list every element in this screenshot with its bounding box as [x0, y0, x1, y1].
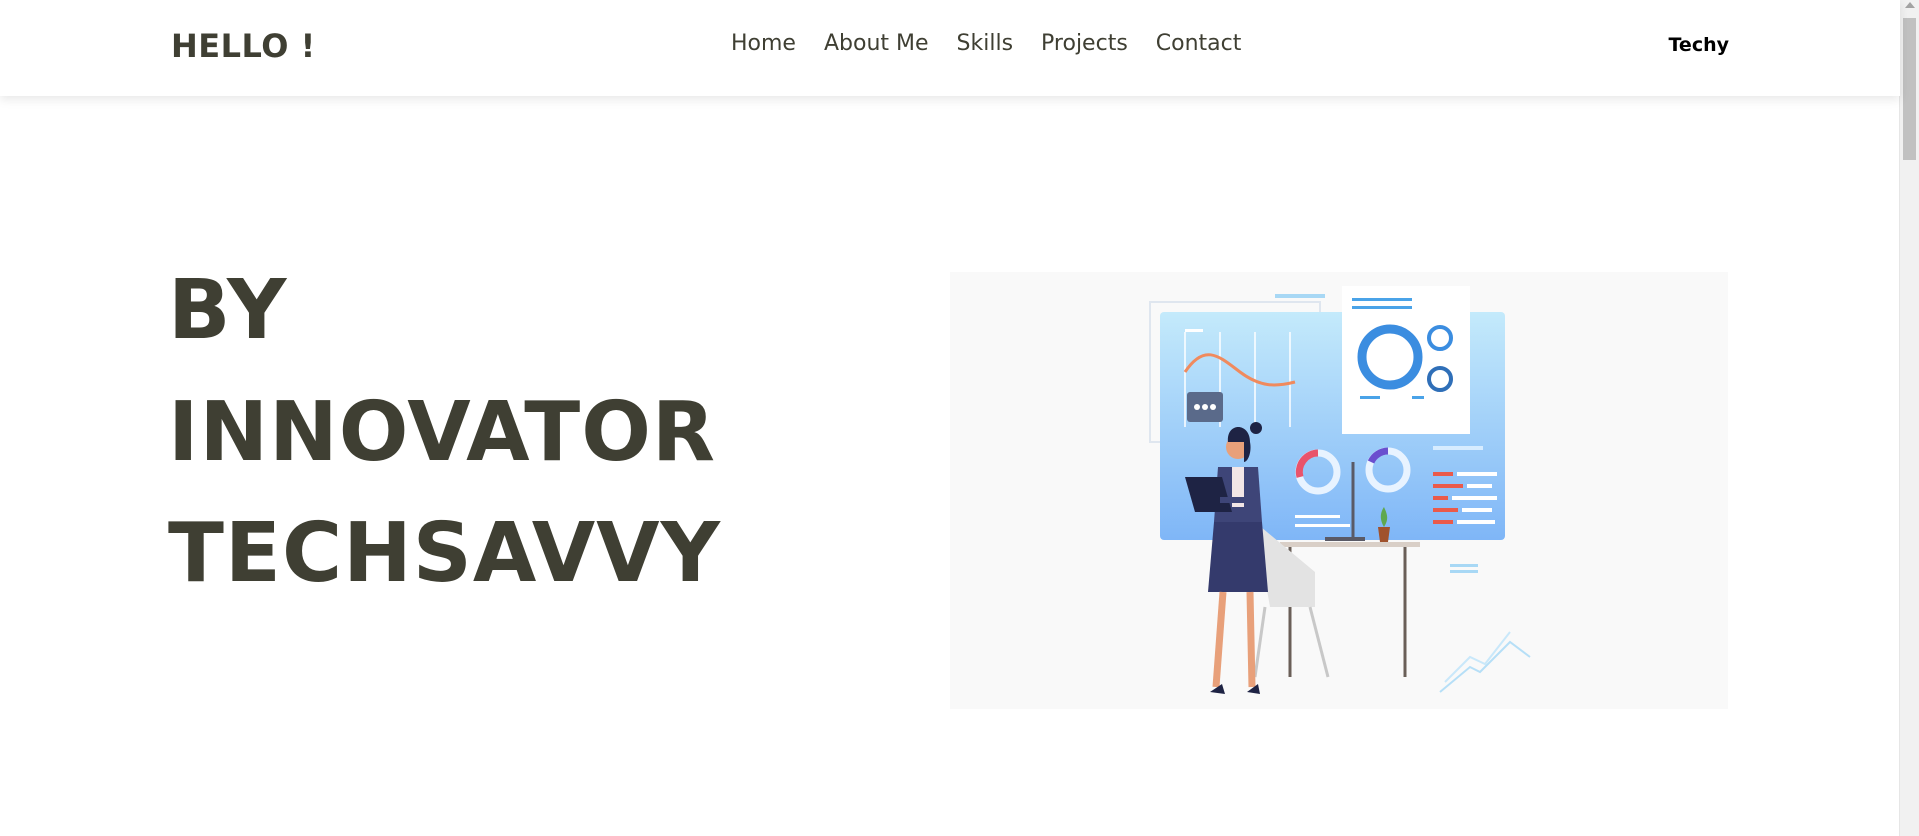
scroll-up-arrow-icon[interactable]: [1905, 2, 1915, 8]
nav-link-projects[interactable]: Projects: [1041, 31, 1128, 56]
nav-link-home[interactable]: Home: [731, 31, 796, 56]
hero-line-innovator: INNOVATOR: [168, 385, 717, 480]
hero-illustration: [950, 272, 1728, 709]
navbar: HELLO ! Home About Me Skills Projects Co…: [0, 0, 1900, 96]
nav-link-skills[interactable]: Skills: [957, 31, 1014, 56]
hero-line-techsavvy: TECHSAVVY: [168, 506, 722, 601]
scroll-thumb[interactable]: [1903, 18, 1916, 160]
nav-link-contact[interactable]: Contact: [1156, 31, 1242, 56]
nav-techy-link[interactable]: Techy: [1669, 34, 1730, 56]
nav-links: Home About Me Skills Projects Contact: [731, 31, 1269, 56]
vertical-scrollbar[interactable]: [1899, 0, 1919, 836]
hero-line-by: BY: [168, 263, 288, 358]
woman-dashboard-illustration-icon: [1149, 286, 1531, 694]
page: HELLO ! Home About Me Skills Projects Co…: [0, 0, 1919, 836]
nav-link-about-me[interactable]: About Me: [824, 31, 929, 56]
brand-logo[interactable]: HELLO !: [171, 27, 316, 65]
